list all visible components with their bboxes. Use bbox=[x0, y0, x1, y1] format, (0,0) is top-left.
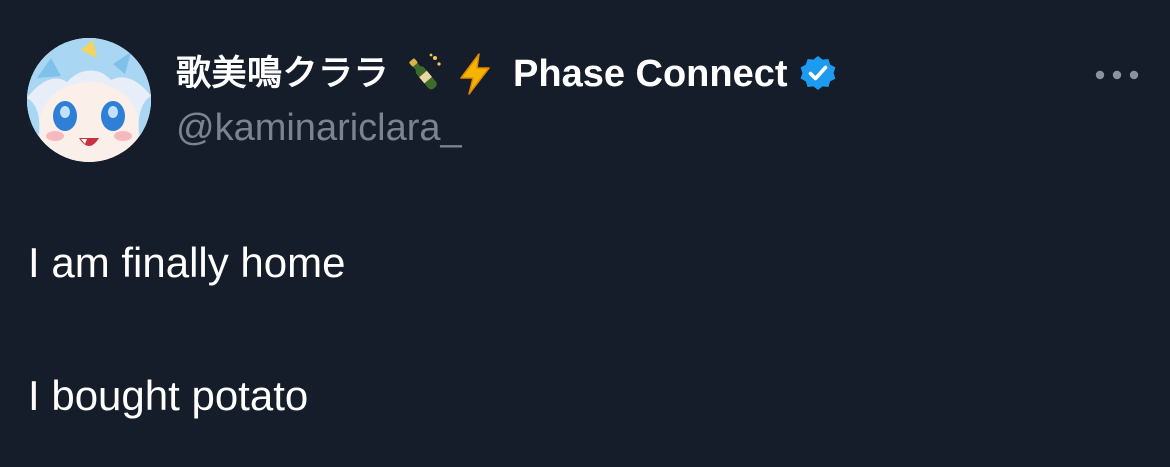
tweet-text-line: I am finally home bbox=[28, 239, 346, 286]
display-name[interactable]: 歌美鳴クララ bbox=[176, 48, 389, 100]
champagne-bottle-emoji bbox=[401, 52, 445, 96]
tweet-header: 歌美鳴クララ Phase Connect @kaminariclara_ bbox=[176, 48, 1090, 152]
user-handle[interactable]: @kaminariclara_ bbox=[176, 104, 1090, 152]
avatar-image bbox=[27, 38, 151, 162]
tweet-card[interactable]: 歌美鳴クララ Phase Connect @kaminariclara_ I a… bbox=[0, 0, 1170, 467]
verified-badge-icon[interactable] bbox=[798, 54, 838, 94]
more-options-icon[interactable] bbox=[1094, 66, 1140, 84]
avatar[interactable] bbox=[27, 38, 151, 162]
tweet-body: I am finally home I bought potato bbox=[28, 230, 345, 429]
org-name[interactable]: Phase Connect bbox=[513, 48, 788, 100]
tweet-text-line: I bought potato bbox=[28, 372, 309, 419]
name-row: 歌美鳴クララ Phase Connect bbox=[176, 48, 1090, 100]
lightning-emoji bbox=[453, 52, 497, 96]
